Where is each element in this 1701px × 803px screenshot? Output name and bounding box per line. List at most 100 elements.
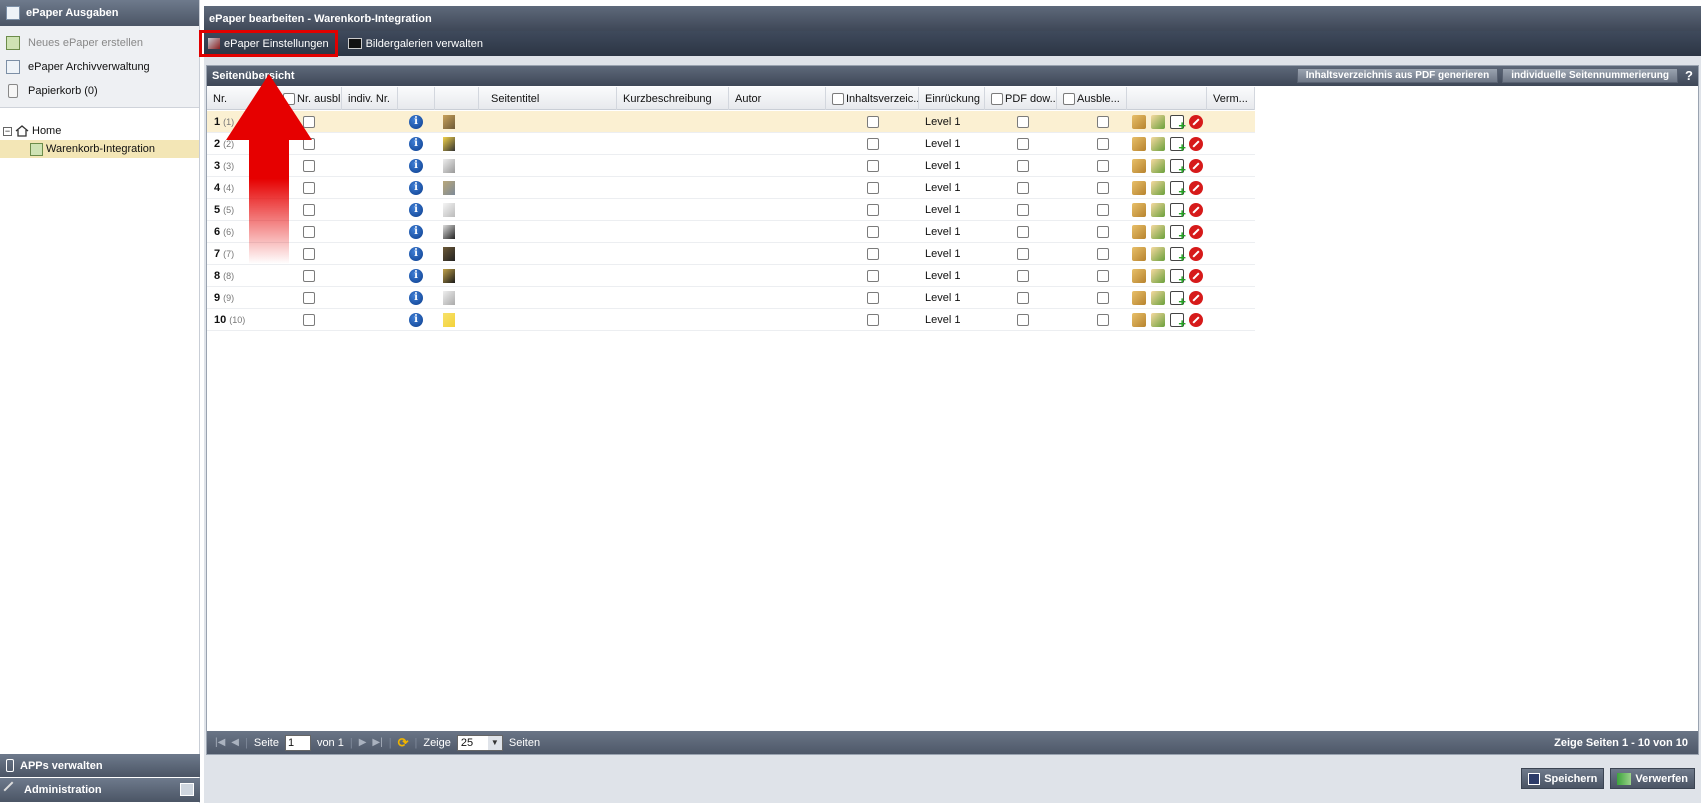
hide-page-checkbox[interactable] bbox=[1097, 116, 1109, 128]
pdf-download-checkbox[interactable] bbox=[1017, 270, 1029, 282]
delete-page-icon[interactable] bbox=[1189, 225, 1203, 239]
delete-page-icon[interactable] bbox=[1189, 137, 1203, 151]
table-row[interactable]: 1 (1) i Level 1 bbox=[207, 111, 1255, 133]
replace-page-icon[interactable] bbox=[1151, 291, 1165, 305]
add-page-icon[interactable] bbox=[1170, 159, 1186, 177]
delete-page-icon[interactable] bbox=[1189, 115, 1203, 129]
replace-page-icon[interactable] bbox=[1151, 137, 1165, 151]
refresh-icon[interactable]: ⟳ bbox=[398, 735, 409, 751]
replace-page-icon[interactable] bbox=[1151, 181, 1165, 195]
page-input[interactable]: 1 bbox=[284, 734, 311, 751]
delete-page-icon[interactable] bbox=[1189, 247, 1203, 261]
level-value[interactable]: Level 1 bbox=[925, 111, 960, 133]
toc-checkbox[interactable] bbox=[867, 116, 879, 128]
table-row[interactable]: 5 (5) i Level 1 bbox=[207, 199, 1255, 221]
pdf-download-checkbox[interactable] bbox=[1017, 226, 1029, 238]
level-value[interactable]: Level 1 bbox=[925, 265, 960, 287]
col-thumb[interactable] bbox=[435, 87, 479, 110]
toc-all-checkbox[interactable] bbox=[832, 92, 844, 105]
edit-page-icon[interactable] bbox=[1132, 137, 1146, 151]
col-indiv-nr[interactable]: indiv. Nr. bbox=[342, 87, 398, 110]
toc-checkbox[interactable] bbox=[867, 182, 879, 194]
level-value[interactable]: Level 1 bbox=[925, 199, 960, 221]
level-value[interactable]: Level 1 bbox=[925, 243, 960, 265]
info-icon[interactable]: i bbox=[409, 247, 423, 261]
hide-page-checkbox[interactable] bbox=[1097, 182, 1109, 194]
page-thumbnail[interactable] bbox=[443, 115, 455, 129]
level-value[interactable]: Level 1 bbox=[925, 221, 960, 243]
edit-page-icon[interactable] bbox=[1132, 115, 1146, 129]
page-thumbnail[interactable] bbox=[443, 159, 455, 173]
add-page-icon[interactable] bbox=[1170, 269, 1186, 287]
toc-checkbox[interactable] bbox=[867, 138, 879, 150]
edit-page-icon[interactable] bbox=[1132, 313, 1146, 327]
add-page-icon[interactable] bbox=[1170, 313, 1186, 331]
hide-nr-checkbox[interactable] bbox=[303, 292, 315, 304]
sidebar-header[interactable]: ePaper Ausgaben bbox=[0, 0, 199, 26]
toc-checkbox[interactable] bbox=[867, 292, 879, 304]
add-page-icon[interactable] bbox=[1170, 203, 1186, 221]
page-thumbnail[interactable] bbox=[443, 203, 455, 217]
level-value[interactable]: Level 1 bbox=[925, 177, 960, 199]
first-page-icon[interactable]: |◀ bbox=[215, 737, 225, 748]
level-value[interactable]: Level 1 bbox=[925, 309, 960, 331]
hide-page-checkbox[interactable] bbox=[1097, 160, 1109, 172]
next-page-icon[interactable]: ▶ bbox=[359, 737, 367, 748]
col-ausblenden[interactable]: Ausble... bbox=[1057, 87, 1127, 110]
pdf-download-checkbox[interactable] bbox=[1017, 138, 1029, 150]
edit-page-icon[interactable] bbox=[1132, 247, 1146, 261]
col-verm[interactable]: Verm... bbox=[1207, 87, 1255, 110]
info-icon[interactable]: i bbox=[409, 291, 423, 305]
add-page-icon[interactable] bbox=[1170, 291, 1186, 309]
table-row[interactable]: 4 (4) i Level 1 bbox=[207, 177, 1255, 199]
hide-page-checkbox[interactable] bbox=[1097, 204, 1109, 216]
edit-page-icon[interactable] bbox=[1132, 225, 1146, 239]
table-row[interactable]: 10 (10) i Level 1 bbox=[207, 309, 1255, 331]
info-icon[interactable]: i bbox=[409, 225, 423, 239]
info-icon[interactable]: i bbox=[409, 203, 423, 217]
sidebar-item-administration[interactable]: Administration bbox=[0, 778, 200, 802]
toc-checkbox[interactable] bbox=[867, 160, 879, 172]
toc-checkbox[interactable] bbox=[867, 314, 879, 326]
pdf-download-checkbox[interactable] bbox=[1017, 292, 1029, 304]
edit-page-icon[interactable] bbox=[1132, 159, 1146, 173]
page-thumbnail[interactable] bbox=[443, 247, 455, 261]
sidebar-item-archive[interactable]: ePaper Archivverwaltung bbox=[0, 55, 199, 79]
info-icon[interactable]: i bbox=[409, 313, 423, 327]
hide-page-checkbox[interactable] bbox=[1097, 270, 1109, 282]
add-page-icon[interactable] bbox=[1170, 115, 1186, 133]
delete-page-icon[interactable] bbox=[1189, 203, 1203, 217]
col-toc[interactable]: Inhaltsverzeic... bbox=[826, 87, 919, 110]
replace-page-icon[interactable] bbox=[1151, 247, 1165, 261]
add-page-icon[interactable] bbox=[1170, 247, 1186, 265]
table-row[interactable]: 8 (8) i Level 1 bbox=[207, 265, 1255, 287]
pdf-all-checkbox[interactable] bbox=[991, 92, 1003, 105]
add-page-icon[interactable] bbox=[1170, 225, 1186, 243]
info-icon[interactable]: i bbox=[409, 181, 423, 195]
replace-page-icon[interactable] bbox=[1151, 313, 1165, 327]
edit-page-icon[interactable] bbox=[1132, 291, 1146, 305]
add-page-icon[interactable] bbox=[1170, 137, 1186, 155]
save-button[interactable]: Speichern bbox=[1521, 768, 1605, 789]
replace-page-icon[interactable] bbox=[1151, 269, 1165, 283]
epaper-settings-button[interactable]: ePaper Einstellungen bbox=[199, 30, 338, 57]
delete-page-icon[interactable] bbox=[1189, 159, 1203, 173]
hide-page-checkbox[interactable] bbox=[1097, 292, 1109, 304]
info-icon[interactable]: i bbox=[409, 269, 423, 283]
delete-page-icon[interactable] bbox=[1189, 313, 1203, 327]
page-thumbnail[interactable] bbox=[443, 181, 455, 195]
level-value[interactable]: Level 1 bbox=[925, 133, 960, 155]
pdf-download-checkbox[interactable] bbox=[1017, 116, 1029, 128]
page-thumbnail[interactable] bbox=[443, 313, 455, 327]
delete-page-icon[interactable] bbox=[1189, 269, 1203, 283]
toc-checkbox[interactable] bbox=[867, 270, 879, 282]
tree-node-warenkorb[interactable]: Warenkorb-Integration bbox=[0, 140, 199, 158]
replace-page-icon[interactable] bbox=[1151, 159, 1165, 173]
level-value[interactable]: Level 1 bbox=[925, 155, 960, 177]
edit-page-icon[interactable] bbox=[1132, 181, 1146, 195]
hide-page-checkbox[interactable] bbox=[1097, 226, 1109, 238]
delete-page-icon[interactable] bbox=[1189, 181, 1203, 195]
table-row[interactable]: 3 (3) i Level 1 bbox=[207, 155, 1255, 177]
info-icon[interactable]: i bbox=[409, 137, 423, 151]
table-row[interactable]: 6 (6) i Level 1 bbox=[207, 221, 1255, 243]
